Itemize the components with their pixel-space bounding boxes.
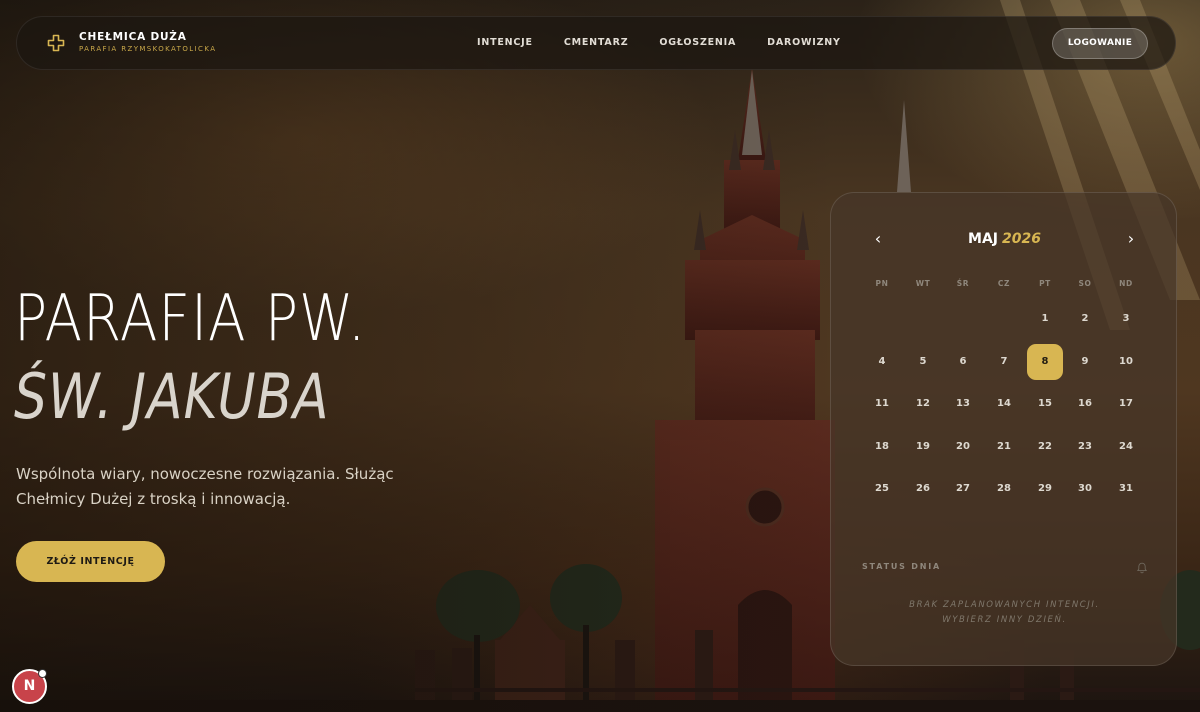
framework-badge[interactable]: N <box>12 669 47 704</box>
status-message-line1: BRAK ZAPLANOWANYCH INTENCJI. <box>909 600 1100 610</box>
calendar-day[interactable]: 31 <box>1108 471 1144 507</box>
brand-name: CHEŁMICA DUŻA <box>79 31 187 43</box>
login-button[interactable]: LOGOWANIE <box>1052 28 1148 59</box>
weekday-label: CZ <box>997 279 1011 288</box>
weekday-label: PT <box>1039 279 1051 288</box>
calendar-day-selected[interactable]: 8 <box>1027 343 1063 380</box>
nav-item-darowizny[interactable]: DAROWIZNY <box>767 37 841 48</box>
weekday-label: ND <box>1119 279 1133 288</box>
hero-description: Wspólnota wiary, nowoczesne rozwiązania.… <box>16 465 394 508</box>
calendar-day[interactable]: 17 <box>1108 386 1144 422</box>
chevron-right-icon[interactable]: › <box>1123 231 1139 247</box>
calendar-day[interactable]: 14 <box>986 386 1022 422</box>
calendar-day[interactable]: 26 <box>905 471 941 507</box>
nav-item-cmentarz[interactable]: CMENTARZ <box>564 37 629 48</box>
calendar-day[interactable]: 30 <box>1067 471 1103 507</box>
calendar-day[interactable]: 27 <box>945 471 981 507</box>
calendar-day[interactable]: 22 <box>1027 429 1063 465</box>
calendar-year: 2026 <box>1002 231 1041 247</box>
calendar-day[interactable]: 29 <box>1027 471 1063 507</box>
day-status-message: BRAK ZAPLANOWANYCH INTENCJI. WYBIERZ INN… <box>831 598 1178 628</box>
calendar-day[interactable]: 24 <box>1108 429 1144 465</box>
day-status-label: STATUS DNIA <box>862 562 941 571</box>
calendar-day[interactable]: 28 <box>986 471 1022 507</box>
calendar-widget: ‹ MAJ 2026 › PN WT ŚR CZ PT SO ND 1234567… <box>830 192 1177 666</box>
calendar-day[interactable]: 7 <box>986 344 1022 380</box>
calendar-day[interactable]: 11 <box>864 386 900 422</box>
calendar-day[interactable]: 16 <box>1067 386 1103 422</box>
weekday-label: PN <box>875 279 889 288</box>
submit-intention-button[interactable]: ZŁÓŻ INTENCJĘ <box>16 541 165 582</box>
weekday-label: SO <box>1078 279 1092 288</box>
status-message-line2: WYBIERZ INNY DZIEŃ. <box>942 615 1067 625</box>
nav-item-intencje[interactable]: INTENCJE <box>477 37 533 48</box>
calendar-day[interactable]: 2 <box>1067 301 1103 337</box>
cross-icon <box>47 34 65 52</box>
calendar-day[interactable]: 3 <box>1108 301 1144 337</box>
calendar-day[interactable]: 9 <box>1067 344 1103 380</box>
calendar-day[interactable]: 13 <box>945 386 981 422</box>
calendar-day[interactable]: 21 <box>986 429 1022 465</box>
calendar-month: MAJ <box>968 231 998 247</box>
hero-title-line2: ŚW. JAKUBA <box>14 360 330 433</box>
calendar-day[interactable]: 23 <box>1067 429 1103 465</box>
badge-letter: N <box>23 678 36 694</box>
calendar-day[interactable]: 12 <box>905 386 941 422</box>
calendar-day[interactable]: 25 <box>864 471 900 507</box>
calendar-day[interactable]: 15 <box>1027 386 1063 422</box>
nav-item-ogloszenia[interactable]: OGŁOSZENIA <box>659 37 736 48</box>
brand-subtitle: PARAFIA RZYMSKOKATOLICKA <box>79 45 217 53</box>
calendar-day[interactable]: 19 <box>905 429 941 465</box>
main-menu: INTENCJE CMENTARZ OGŁOSZENIA DAROWIZNY <box>477 37 872 48</box>
weekday-label: ŚR <box>956 279 970 288</box>
calendar-day[interactable]: 1 <box>1027 301 1063 337</box>
brand-logo-link[interactable]: CHEŁMICA DUŻA PARAFIA RZYMSKOKATOLICKA <box>47 31 216 54</box>
calendar-day[interactable]: 10 <box>1108 344 1144 380</box>
calendar-day[interactable]: 4 <box>864 344 900 380</box>
badge-dot <box>38 669 47 678</box>
calendar-day[interactable]: 20 <box>945 429 981 465</box>
calendar-day[interactable]: 5 <box>905 344 941 380</box>
calendar-day[interactable]: 6 <box>945 344 981 380</box>
top-navbar: CHEŁMICA DUŻA PARAFIA RZYMSKOKATOLICKA I… <box>16 16 1176 70</box>
calendar-day[interactable]: 18 <box>864 429 900 465</box>
weekday-label: WT <box>915 279 931 288</box>
bell-icon <box>1136 559 1148 574</box>
hero-title-line1: PARAFIA PW. <box>14 282 367 356</box>
